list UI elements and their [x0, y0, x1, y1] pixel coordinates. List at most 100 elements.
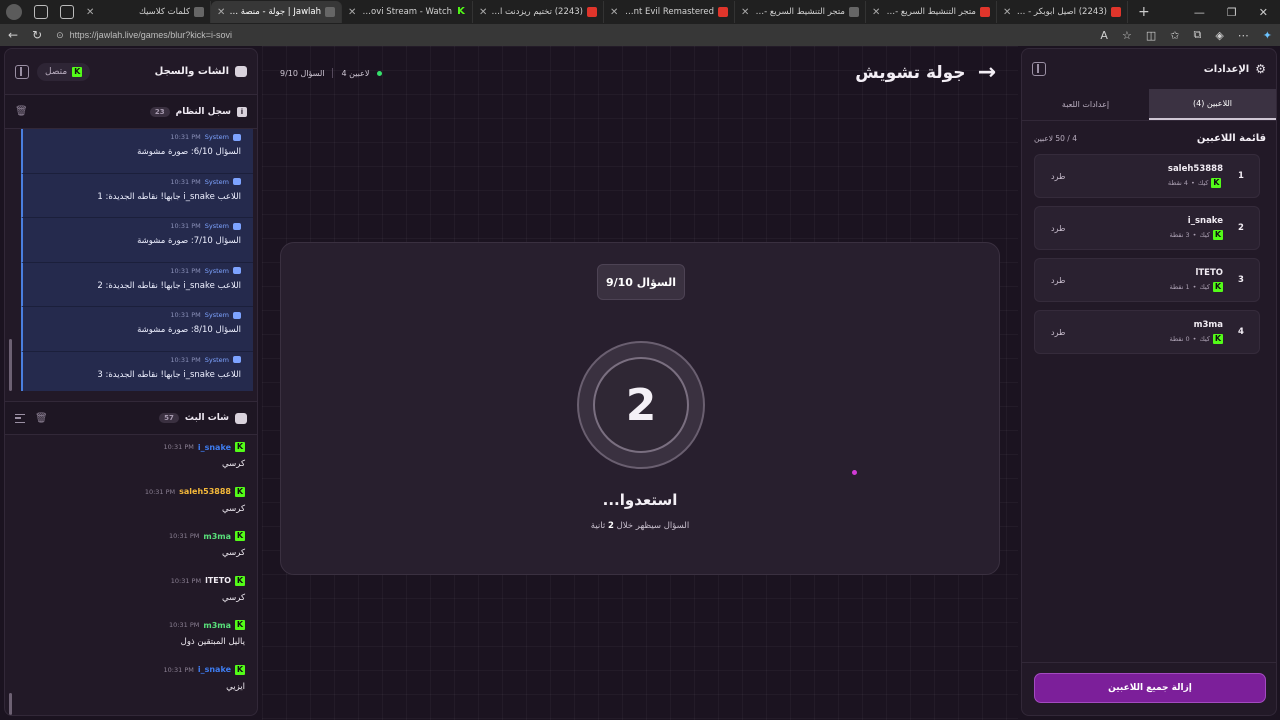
more-icon[interactable]: ⋯: [1238, 29, 1249, 42]
log-entry-time: 10:31 PM: [170, 133, 201, 141]
browser-tab[interactable]: ✕ Jawlah | جولة - منصة الألعاب: [211, 1, 342, 23]
browser-tab-title: Resident Evil Remastered: [622, 7, 714, 17]
system-log-scrollbar[interactable]: [9, 339, 12, 391]
close-tab-icon[interactable]: ✕: [1003, 7, 1011, 18]
read-aloud-icon[interactable]: A: [1100, 29, 1108, 42]
player-list: طرد saleh53888 K كيك • 4 نقطة 1 طرد i_snake K كيك •…: [1022, 154, 1276, 354]
log-entry-meta: 10:31 PM System: [31, 133, 241, 141]
chat-username[interactable]: i_snake: [198, 443, 231, 452]
browser-tab-title: (2243) تختيم ريزدنت ايفل: [491, 7, 583, 17]
kick-player-button[interactable]: طرد: [1051, 328, 1065, 337]
url-field[interactable]: ⊙ https://jawlah.live/games/blur?kick=i-…: [56, 30, 232, 41]
system-log-count: 23: [149, 106, 170, 117]
chat-username[interactable]: m3ma: [203, 621, 231, 630]
favorite-star-icon[interactable]: ☆: [1122, 29, 1132, 42]
chat-header: متصل K الشات والسجل: [5, 49, 257, 95]
clear-log-trash-icon[interactable]: 🗑: [15, 106, 28, 117]
chat-message-text: كرسي: [222, 592, 245, 603]
refresh-icon[interactable]: ↻: [32, 28, 42, 42]
player-info: lTETO K كيك • 1 نقطة 3: [1169, 268, 1245, 292]
connection-status: متصل K: [37, 62, 91, 81]
browser-tab[interactable]: ✕ (2243) اصيل ابوبكر - قصر: [997, 1, 1128, 23]
player-meta: i_snake K كيك • 3 نقطة: [1169, 216, 1223, 240]
close-tab-icon[interactable]: ✕: [217, 7, 225, 18]
collapse-sidebar-icon[interactable]: [15, 64, 29, 79]
minimize-icon[interactable]: —: [1194, 6, 1205, 19]
filter-icon[interactable]: [15, 413, 25, 423]
kick-player-button[interactable]: طرد: [1051, 224, 1065, 233]
player-sub: K كيك • 3 نقطة: [1169, 230, 1223, 240]
collapse-settings-icon[interactable]: [1032, 62, 1046, 76]
maximize-icon[interactable]: ❐: [1227, 6, 1237, 19]
log-entry-time: 10:31 PM: [170, 266, 201, 275]
kick-badge-icon: K: [235, 575, 245, 586]
kick-badge-icon: K: [1213, 230, 1223, 240]
system-log-entry: 10:31 PM System اللاعب i_snake جابها! نقاط…: [21, 351, 253, 391]
tab-favicon-icon: [587, 7, 597, 17]
collections-icon[interactable]: ⧉: [1193, 28, 1201, 42]
browser-tab[interactable]: ✕ i_sovi Stream - Watch K: [342, 1, 473, 23]
copilot-icon[interactable]: ✦: [1263, 29, 1272, 42]
player-meta: saleh53888 K كيك • 4 نقطة: [1168, 164, 1223, 188]
close-tab-icon[interactable]: ✕: [348, 7, 356, 18]
log-entry-time: 10:31 PM: [170, 355, 201, 364]
tab-players[interactable]: اللاعبين (4): [1149, 89, 1276, 120]
chat-message-text: ايزيي: [226, 681, 245, 692]
back-arrow-icon[interactable]: →: [978, 62, 996, 84]
browser-tab[interactable]: ✕ متجر التنشيط السريع - متا: [866, 1, 997, 23]
live-chat-title: شات البث: [184, 413, 229, 423]
browser-tab[interactable]: ✕ كلمات كلاسيك: [80, 1, 211, 23]
players-online: 4 لاعبين: [341, 68, 370, 78]
chat-username[interactable]: saleh53888: [179, 487, 231, 496]
tab-actions-icon[interactable]: [60, 5, 74, 19]
close-tab-icon[interactable]: ✕: [610, 7, 618, 18]
kick-player-button[interactable]: طرد: [1051, 172, 1065, 181]
live-chat-scrollbar[interactable]: [9, 693, 12, 715]
question-pill: السؤال 9/10: [597, 264, 685, 300]
chat-username[interactable]: i_snake: [198, 665, 231, 674]
favorites-icon[interactable]: ✩: [1170, 29, 1179, 42]
new-tab-button[interactable]: +: [1128, 4, 1160, 20]
kick-player-button[interactable]: طرد: [1051, 276, 1065, 285]
url-text: https://jawlah.live/games/blur?kick=i-so…: [69, 30, 232, 40]
tab-favicon-icon: [194, 7, 204, 17]
log-entry-time: 10:31 PM: [170, 311, 201, 319]
back-icon[interactable]: ←: [8, 28, 18, 42]
close-tab-icon[interactable]: ✕: [741, 7, 749, 18]
log-entry-sender: System: [204, 133, 229, 141]
chat-message-time: 10:31 PM: [170, 576, 202, 585]
chat-message: 10:31 PM saleh53888 K كرسي: [5, 482, 257, 527]
close-tab-icon[interactable]: ✕: [86, 7, 94, 18]
bot-icon: [233, 267, 241, 274]
chat-username[interactable]: lTETO: [205, 576, 231, 585]
extension-icon[interactable]: ◈: [1215, 29, 1223, 42]
site-info-icon[interactable]: ⊙: [56, 30, 64, 41]
chat-username[interactable]: m3ma: [203, 532, 231, 541]
close-window-icon[interactable]: ✕: [1259, 6, 1268, 19]
remove-all-players-button[interactable]: إزالة جميع اللاعبين: [1034, 673, 1266, 703]
tab-favicon-icon: [849, 7, 859, 17]
clear-chat-trash-icon[interactable]: 🗑: [35, 413, 48, 424]
split-screen-icon[interactable]: ◫: [1146, 29, 1156, 42]
close-tab-icon[interactable]: ✕: [479, 7, 487, 18]
online-dot-icon: [377, 70, 383, 76]
countdown-subtext: السؤال سيظهر خلال 2 ثانية: [281, 521, 999, 531]
chat-message-time: 10:31 PM: [144, 487, 176, 496]
browser-tab[interactable]: ✕ Resident Evil Remastered: [604, 1, 735, 23]
player-info: m3ma K كيك • 0 نقطة 4: [1169, 320, 1245, 344]
browser-tab[interactable]: ✕ (2243) تختيم ريزدنت ايفل: [473, 1, 604, 23]
browser-tab[interactable]: ✕ متجر التنشيط السريع - rch: [735, 1, 866, 23]
tab-game-settings[interactable]: إعدادات اللعبة: [1022, 89, 1149, 120]
workspaces-icon[interactable]: [34, 5, 48, 19]
log-entry-sender: System: [204, 177, 229, 186]
profile-avatar-icon[interactable]: [6, 4, 22, 20]
chat-message: 10:31 PM i_snake K كرسي: [5, 437, 257, 482]
terminal-icon: i: [237, 106, 247, 117]
player-platform: كيك: [1199, 283, 1210, 291]
players-list-header: 4 / 50 لاعبين قائمة اللاعبين: [1022, 121, 1276, 154]
chat-panel-title: الشات والسجل: [155, 66, 247, 77]
log-entry-sender: System: [204, 311, 229, 319]
player-sub: K كيك • 0 نقطة: [1169, 334, 1223, 344]
close-tab-icon[interactable]: ✕: [872, 7, 880, 18]
chat-message-time: 10:31 PM: [163, 443, 194, 451]
